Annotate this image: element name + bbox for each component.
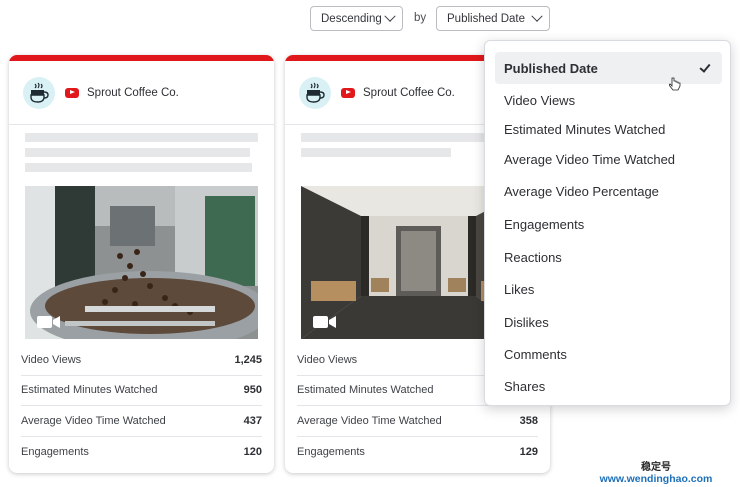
video-thumbnail[interactable] [25, 186, 258, 339]
stat-label: Estimated Minutes Watched [21, 384, 158, 397]
skeleton-line [301, 148, 451, 157]
watermark-url: www.wendinghao.com [599, 473, 713, 485]
dropdown-item-comments[interactable]: Comments [504, 347, 567, 362]
video-card[interactable]: Sprout Coffee Co. [9, 55, 274, 473]
skeleton-line [25, 163, 252, 172]
stat-label: Estimated Minutes Watched [297, 384, 434, 397]
youtube-icon [341, 87, 355, 98]
pointer-cursor-icon [669, 77, 681, 91]
stat-value: 120 [243, 445, 262, 458]
dropdown-item-shares[interactable]: Shares [504, 379, 545, 394]
dropdown-item-average-video-percentage[interactable]: Average Video Percentage [504, 184, 659, 199]
sort-field-dropdown: Published Date Video Views Estimated Min… [484, 40, 731, 406]
video-camera-icon [37, 316, 60, 328]
youtube-icon [65, 87, 79, 98]
stat-value: 1,245 [234, 353, 262, 366]
stat-value: 437 [243, 414, 262, 427]
chevron-down-icon [531, 10, 543, 22]
dropdown-item-engagements[interactable]: Engagements [504, 217, 584, 232]
stat-row: Video Views 1,245 [21, 345, 262, 376]
stat-label: Average Video Time Watched [21, 414, 166, 427]
dropdown-item-video-views[interactable]: Video Views [504, 93, 575, 108]
brand-name: Sprout Coffee Co. [363, 86, 455, 99]
video-camera-icon [313, 316, 336, 328]
coffee-cup-icon [23, 76, 55, 109]
stat-label: Video Views [297, 353, 358, 366]
stat-value: 129 [519, 445, 538, 458]
skeleton-line [25, 148, 250, 157]
stat-row: Engagements 129 [297, 437, 538, 468]
skeleton-line [25, 133, 258, 142]
brand-name: Sprout Coffee Co. [87, 86, 179, 99]
report-page: Descending by Published Date Sprout Coff… [0, 0, 740, 487]
sort-field-select[interactable]: Published Date [436, 6, 550, 31]
stat-label: Engagements [21, 445, 89, 458]
stat-label: Average Video Time Watched [297, 414, 442, 427]
sort-order-select[interactable]: Descending [310, 6, 403, 31]
by-label: by [414, 12, 427, 24]
stat-value: 358 [519, 414, 538, 427]
skeleton-line [301, 133, 491, 142]
sort-order-value: Descending [321, 12, 382, 25]
chevron-down-icon [384, 10, 396, 22]
stat-row: Average Video Time Watched 437 [21, 406, 262, 437]
stat-row: Estimated Minutes Watched 950 [21, 376, 262, 406]
stat-label: Video Views [21, 353, 82, 366]
stat-value: 950 [243, 384, 262, 397]
watermark: 稳定号 www.wendinghao.com [596, 458, 716, 485]
stats-list: Video Views 1,245 Estimated Minutes Watc… [21, 345, 262, 467]
stat-row: Engagements 120 [21, 437, 262, 468]
dropdown-item-likes[interactable]: Likes [504, 282, 534, 297]
sort-field-value: Published Date [447, 12, 525, 25]
watermark-title: 稳定号 [641, 462, 671, 473]
dropdown-item-average-video-time-watched[interactable]: Average Video Time Watched [504, 152, 675, 167]
card-header: Sprout Coffee Co. [9, 61, 274, 125]
dropdown-item-estimated-minutes-watched[interactable]: Estimated Minutes Watched [504, 122, 665, 137]
stat-label: Engagements [297, 445, 365, 458]
stat-row: Average Video Time Watched 358 [297, 406, 538, 437]
dropdown-item-dislikes[interactable]: Dislikes [504, 315, 549, 330]
dropdown-item-label: Published Date [504, 60, 598, 76]
dropdown-item-reactions[interactable]: Reactions [504, 250, 562, 265]
dropdown-item-published-date[interactable]: Published Date [495, 52, 722, 84]
check-icon [699, 61, 711, 73]
coffee-cup-icon [299, 76, 331, 109]
